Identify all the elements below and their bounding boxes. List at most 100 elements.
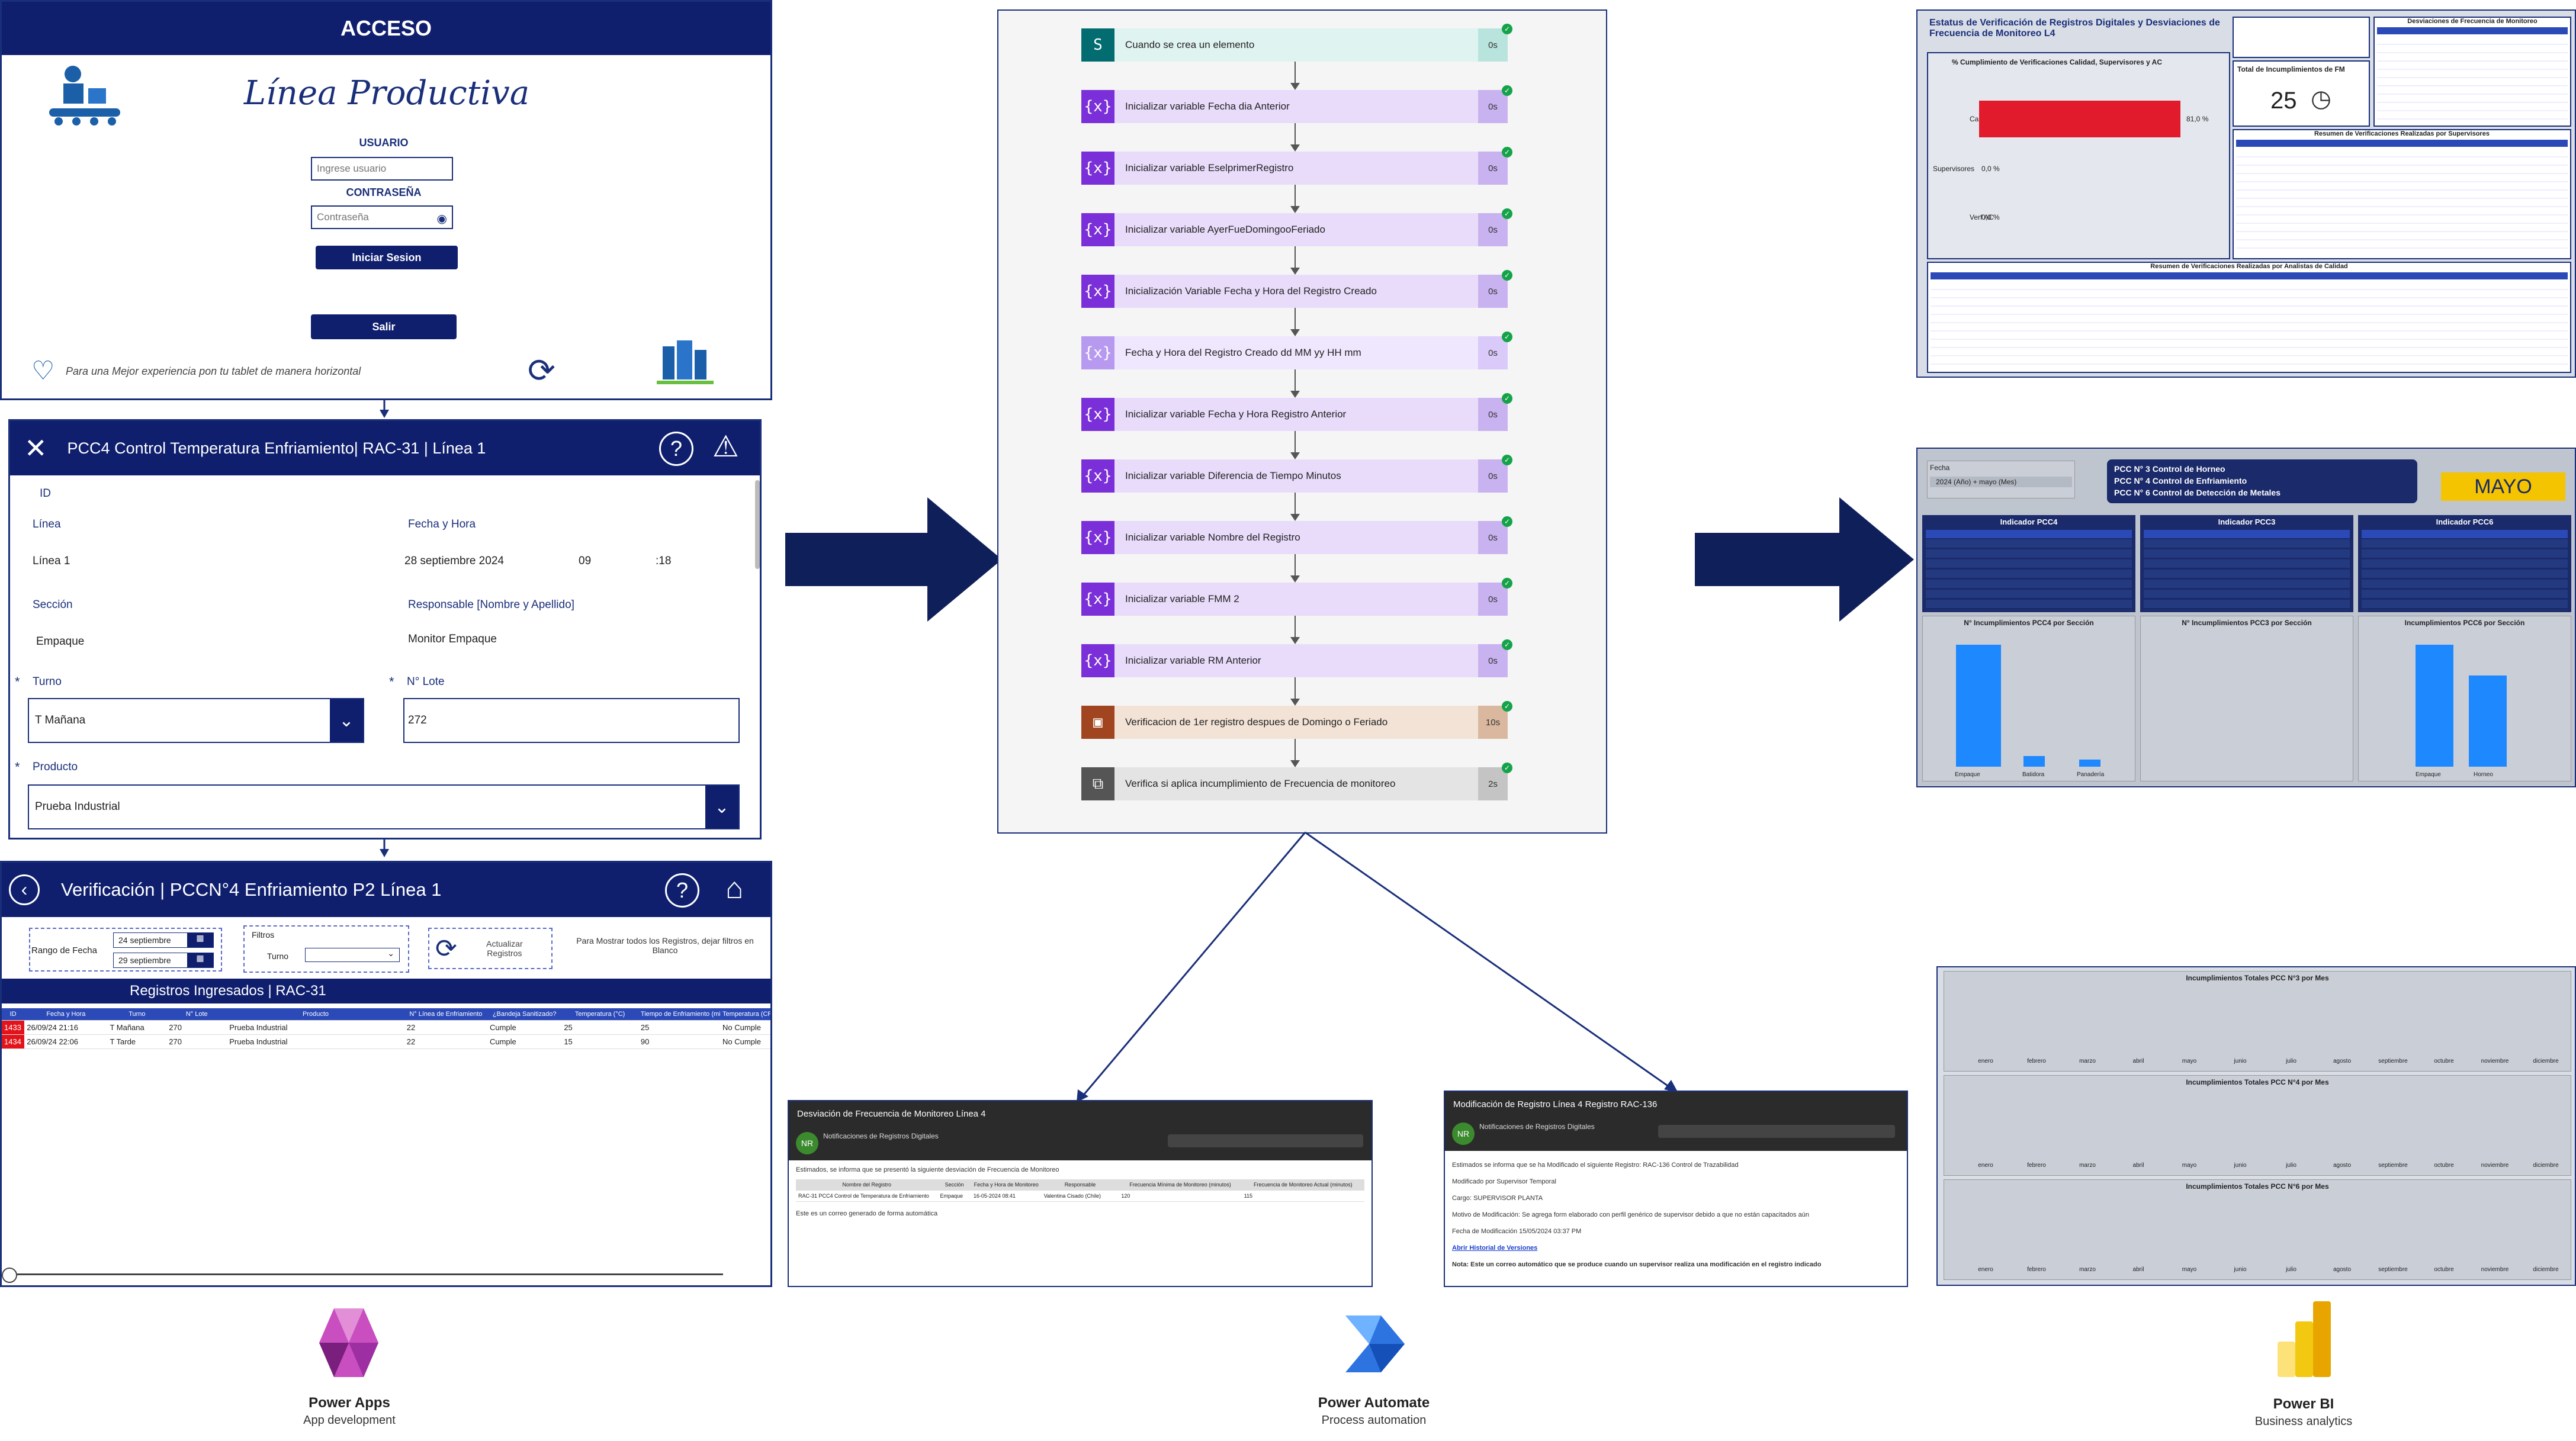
table-cell: T Mañana bbox=[107, 1020, 167, 1035]
warning-icon[interactable]: ⚠ bbox=[712, 429, 739, 464]
login-button[interactable]: Iniciar Sesion bbox=[316, 246, 458, 269]
email-left-subject: Desviación de Frecuencia de Monitoreo Lí… bbox=[789, 1101, 1371, 1127]
ch4-bar-panaderia bbox=[2079, 760, 2100, 767]
back-icon[interactable]: ‹ bbox=[9, 874, 40, 905]
month-label: octubre bbox=[2434, 1058, 2454, 1064]
help-icon[interactable]: ? bbox=[665, 873, 699, 908]
turno-dropdown[interactable]: T Mañana ⌄ bbox=[28, 698, 364, 743]
flow-step-icon: {x} bbox=[1081, 90, 1114, 123]
scroll-handle[interactable] bbox=[2, 1268, 17, 1283]
email-left-sender: Notificaciones de Registros Digitales bbox=[823, 1132, 939, 1140]
flow-step[interactable]: {x} Inicializar variable RM Anterior 0s ✓ bbox=[1081, 639, 1512, 677]
flow-step[interactable]: ▣ Verificacion de 1er registro despues de… bbox=[1081, 701, 1512, 739]
d2-fecha-filter[interactable]: Fecha 2024 (Año) + mayo (Mes) bbox=[1927, 461, 2075, 498]
producto-dropdown[interactable]: Prueba Industrial ⌄ bbox=[28, 784, 740, 829]
email-right-line1: Estimados se informa que se ha Modificad… bbox=[1452, 1162, 1739, 1169]
password-field[interactable]: ◉ bbox=[311, 205, 453, 229]
minute-value[interactable]: :18 bbox=[656, 555, 671, 568]
ch4-cat1: Empaque bbox=[1955, 771, 1980, 778]
check-icon: ✓ bbox=[1502, 455, 1512, 465]
eye-icon[interactable]: ◉ bbox=[437, 211, 447, 226]
email-left-actions[interactable] bbox=[1168, 1134, 1363, 1147]
table-cell: 25 bbox=[638, 1020, 720, 1035]
table-cell: 1434 bbox=[2, 1034, 25, 1049]
flow-step-icon: S bbox=[1081, 28, 1114, 62]
month-label: febrero bbox=[2027, 1266, 2046, 1273]
flow-step-time: 2s bbox=[1478, 767, 1508, 800]
month-label: octubre bbox=[2434, 1266, 2454, 1273]
check-icon: ✓ bbox=[1502, 85, 1512, 96]
refresh-icon: ⟳ bbox=[435, 934, 457, 963]
email-right-line3: Cargo: SUPERVISOR PLANTA bbox=[1452, 1195, 1543, 1202]
home-icon[interactable]: ⌂ bbox=[725, 871, 743, 905]
column-header: Nombre del Registro bbox=[796, 1179, 938, 1191]
d2-chart3: N° Incumplimientos PCC3 por Sección bbox=[2140, 616, 2353, 781]
flow-step[interactable]: {x} Inicialización Variable Fecha y Hora … bbox=[1081, 270, 1512, 308]
horizontal-scrollbar[interactable] bbox=[8, 1273, 723, 1275]
flow-connector bbox=[1290, 739, 1300, 767]
chevron-down-icon[interactable]: ⌄ bbox=[330, 699, 363, 742]
table-row[interactable]: 1433 26/09/24 21:16 T Mañana 270 Prueba Indu… bbox=[2, 1020, 770, 1035]
d1-kpi-panel: % Cumplimiento de Verificaciones Calidad… bbox=[1927, 52, 2230, 259]
flow-step-icon: {x} bbox=[1081, 398, 1114, 431]
check-icon: ✓ bbox=[1502, 516, 1512, 527]
date-from-picker[interactable]: 24 septiembre ▦ bbox=[113, 932, 214, 948]
table-cell: No Cumple bbox=[720, 1020, 770, 1035]
d2-fecha-value[interactable]: 2024 (Año) + mayo (Mes) bbox=[1930, 477, 2072, 487]
user-input[interactable] bbox=[311, 157, 453, 181]
records-table: ID Fecha y Hora Turno N° Lote Producto N° Lín… bbox=[2, 1008, 770, 1049]
hora-value[interactable]: 09 bbox=[579, 555, 591, 568]
table-row[interactable]: 1434 26/09/24 22:06 T Tarde 270 Prueba Indus… bbox=[2, 1034, 770, 1049]
password-input[interactable] bbox=[312, 207, 425, 228]
flow-step[interactable]: {x} Inicializar variable FMM 2 0s ✓ bbox=[1081, 578, 1512, 616]
check-icon: ✓ bbox=[1502, 270, 1512, 281]
calidad-bar bbox=[1979, 101, 2180, 137]
ch4-cat2: Batidora bbox=[2022, 771, 2045, 778]
chevron-down-icon[interactable]: ⌄ bbox=[705, 786, 738, 828]
flow-connector bbox=[1290, 62, 1300, 90]
power-bi-logo-icon bbox=[2274, 1301, 2336, 1377]
login-header: ACCESO bbox=[2, 2, 770, 55]
form-scrollbar[interactable] bbox=[755, 480, 760, 569]
refresh-icon[interactable]: ⟳ bbox=[528, 351, 555, 390]
version-history-link[interactable]: Abrir Historial de Versiones bbox=[1452, 1240, 1900, 1256]
flow-step[interactable]: {x} Inicializar variable Diferencia de Ti… bbox=[1081, 455, 1512, 493]
month-label: agosto bbox=[2333, 1266, 2352, 1273]
calendar-icon[interactable]: ▦ bbox=[187, 953, 213, 967]
d2-chart4: N° Incumplimientos PCC4 por Sección Empa… bbox=[1922, 616, 2135, 781]
supervisores-label: Supervisores bbox=[1933, 165, 1975, 173]
month-label: noviembre bbox=[2481, 1058, 2509, 1064]
flow-step-icon: {x} bbox=[1081, 336, 1114, 369]
help-icon[interactable]: ? bbox=[659, 432, 693, 466]
close-icon[interactable]: ✕ bbox=[24, 432, 47, 464]
refresh-records-button[interactable]: ⟳ Actualizar Registros bbox=[428, 928, 553, 969]
turno-filter-select[interactable]: ⌄ bbox=[305, 948, 400, 962]
monthly-chart: Incumplimientos Totales PCC N°3 por Mes e… bbox=[1944, 971, 2571, 1072]
heart-icon: ♡ bbox=[31, 356, 55, 385]
date-to-picker[interactable]: 29 septiembre ▦ bbox=[113, 953, 214, 968]
flow-step[interactable]: {x} Inicializar variable Fecha y Hora Reg… bbox=[1081, 393, 1512, 431]
flow-step[interactable]: {x} Inicializar variable Nombre del Regis… bbox=[1081, 516, 1512, 554]
lote-input[interactable]: 272 bbox=[403, 698, 740, 743]
calidad-value: 81,0 % bbox=[2186, 115, 2209, 123]
required-star-producto: * bbox=[15, 760, 20, 774]
fecha-value[interactable]: 28 septiembre 2024 bbox=[404, 555, 504, 568]
table-cell: 22 bbox=[404, 1020, 487, 1035]
flow-step[interactable]: ⧉ Verifica si aplica incumplimiento de Fr… bbox=[1081, 763, 1512, 800]
flow-step[interactable]: {x} Inicializar variable AyerFueDomingooF… bbox=[1081, 208, 1512, 246]
flow-step[interactable]: {x} Inicializar variable EselprimerRegist… bbox=[1081, 147, 1512, 185]
column-header: ¿Bandeja Sanitizado? bbox=[487, 1008, 562, 1021]
d1-date-filter[interactable] bbox=[2233, 17, 2370, 58]
table-cell: 16-05-2024 08:41 bbox=[971, 1190, 1042, 1202]
table-cell: 25 bbox=[561, 1020, 638, 1035]
exit-button[interactable]: Salir bbox=[311, 314, 457, 339]
flow-step[interactable]: {x} Inicializar variable Fecha dia Anteri… bbox=[1081, 85, 1512, 123]
email-right-actions[interactable] bbox=[1658, 1125, 1895, 1138]
calendar-icon[interactable]: ▦ bbox=[187, 933, 213, 947]
flow-step[interactable]: {x} Fecha y Hora del Registro Creado dd M… bbox=[1081, 332, 1512, 369]
flow-step-time: 10s bbox=[1478, 706, 1508, 739]
bi-dashboard-3: Incumplimientos Totales PCC N°3 por Mes e… bbox=[1936, 966, 2576, 1286]
d2-chart6: Incumplimientos PCC6 por Sección Empaque… bbox=[2358, 616, 2571, 781]
flow-step-time: 0s bbox=[1478, 398, 1508, 431]
flow-step[interactable]: S Cuando se crea un elemento 0s ✓ bbox=[1081, 24, 1512, 62]
